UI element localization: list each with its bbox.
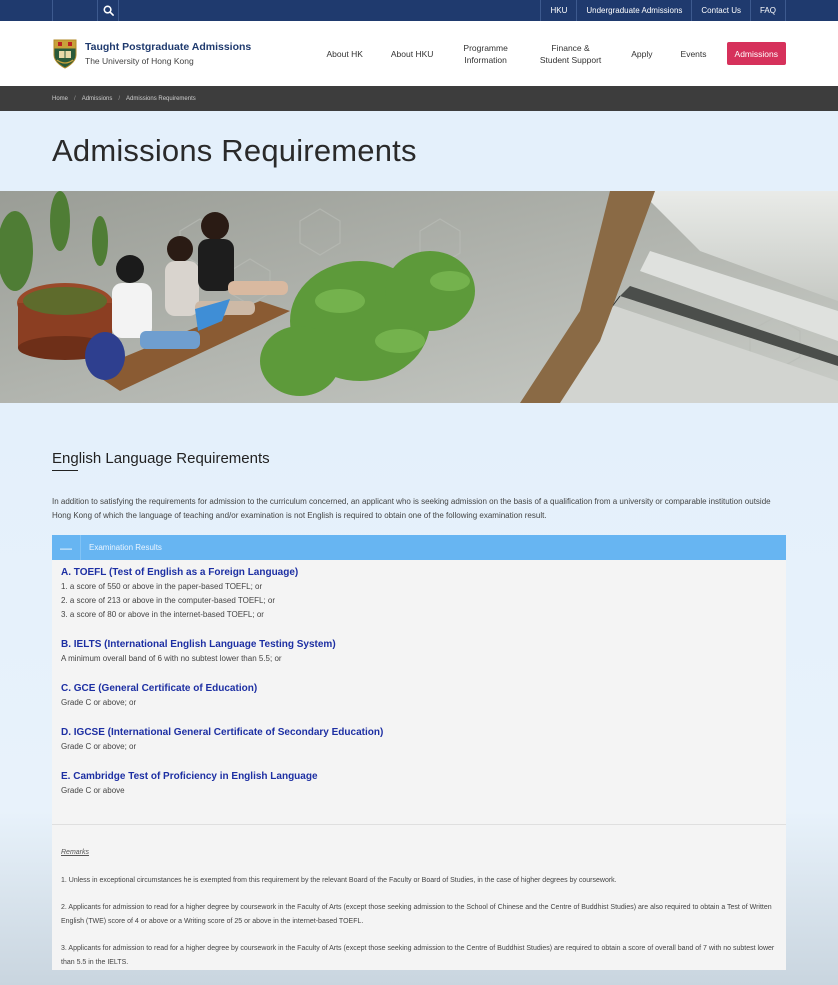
search-button[interactable] [97, 0, 119, 21]
exam-item: C. GCE (General Certificate of Education… [61, 682, 777, 710]
exam-title: D. IGCSE (International General Certific… [61, 727, 384, 738]
nav-item-programme-information[interactable]: Programme Information [447, 42, 523, 66]
section-title-underline [52, 470, 78, 471]
exam-line: A minimum overall band of 6 with no subt… [61, 654, 282, 663]
topbar-link-contact-us[interactable]: Contact Us [691, 0, 750, 21]
exam-line: 3. a score of 80 or above in the interne… [61, 610, 264, 619]
exam-line: Grade C or above; or [61, 698, 137, 707]
page-title: Admissions Requirements [52, 133, 417, 168]
breadcrumb-admissions[interactable]: Admissions [82, 96, 113, 102]
nav-item-finance-student-support[interactable]: Finance & Student Support [524, 42, 617, 66]
exam-title: E. Cambridge Test of Proficiency in Engl… [61, 771, 318, 782]
nav-admissions-button[interactable]: Admissions [726, 42, 786, 65]
topbar-link-undergraduate-admissions[interactable]: Undergraduate Admissions [576, 0, 691, 21]
nav-item-apply[interactable]: Apply [617, 48, 666, 60]
page-title-area: Admissions Requirements [0, 111, 838, 191]
breadcrumb-current: Admissions Requirements [126, 95, 196, 102]
brand-text: Taught Postgraduate Admissions The Unive… [85, 40, 251, 68]
exam-line: 1. a score of 550 or above in the paper-… [61, 582, 263, 591]
exam-line: Grade C or above; or [61, 742, 137, 751]
site-header: Taught Postgraduate Admissions The Unive… [0, 21, 838, 86]
exam-line: 2. a score of 213 or above in the comput… [61, 596, 276, 605]
remarks-title: Remarks [61, 849, 90, 856]
exam-item: B. IELTS (International English Language… [61, 638, 777, 666]
exam-item: A. TOEFL (Test of English as a Foreign L… [61, 566, 777, 622]
nav-item-about-hku[interactable]: About HKU [377, 48, 448, 60]
accordion-header[interactable]: — Examination Results [52, 535, 786, 560]
exam-title: C. GCE (General Certificate of Education… [61, 683, 258, 694]
breadcrumb-separator: / [74, 95, 76, 102]
nav-item-events[interactable]: Events [667, 48, 721, 60]
site-title: Taught Postgraduate Admissions [85, 40, 252, 53]
section-title: English Language Requirements [52, 450, 270, 467]
topbar-spacer-cell [52, 0, 97, 21]
breadcrumb: Home / Admissions / Admissions Requireme… [0, 86, 838, 111]
main-content: English Language Requirements In additio… [0, 403, 838, 985]
hku-crest-logo [53, 39, 77, 69]
remark-item: 1. Unless in exceptional circumstances h… [61, 877, 617, 884]
breadcrumb-separator: / [118, 95, 121, 102]
collapse-icon[interactable]: — [52, 535, 81, 560]
exam-item: E. Cambridge Test of Proficiency in Engl… [61, 770, 777, 798]
hero-photo-students-on-bench [0, 191, 838, 403]
exam-results-accordion: — Examination Results A. TOEFL (Test of … [52, 535, 786, 970]
top-utility-bar: HKU Undergraduate Admissions Contact Us … [0, 0, 838, 21]
breadcrumb-home[interactable]: Home [52, 96, 68, 102]
remarks: Remarks 1. Unless in exceptional circums… [52, 825, 786, 970]
topbar-links: HKU Undergraduate Admissions Contact Us … [540, 0, 786, 21]
search-icon [103, 5, 114, 16]
accordion-body: A. TOEFL (Test of English as a Foreign L… [52, 560, 786, 798]
remark-item: 3. Applicants for admission to read for … [61, 945, 775, 966]
nav-item-about-hk[interactable]: About HK [313, 48, 377, 60]
topbar-link-hku[interactable]: HKU [540, 0, 576, 21]
main-nav: About HK About HKU Programme Information… [313, 42, 786, 66]
exam-item: D. IGCSE (International General Certific… [61, 726, 777, 754]
brand[interactable]: Taught Postgraduate Admissions The Unive… [52, 38, 251, 70]
exam-title: A. TOEFL (Test of English as a Foreign L… [61, 567, 299, 578]
site-subtitle: The University of Hong Kong [85, 55, 194, 66]
accordion-title: Examination Results [89, 543, 162, 552]
remark-item: 2. Applicants for admission to read for … [61, 904, 772, 925]
topbar-link-faq[interactable]: FAQ [749, 0, 786, 21]
exam-line: Grade C or above [61, 786, 125, 795]
topbar-left [52, 0, 119, 21]
exam-title: B. IELTS (International English Language… [61, 639, 336, 650]
section-intro: In addition to satisfying the requiremen… [52, 497, 771, 520]
hero-image [0, 191, 838, 403]
